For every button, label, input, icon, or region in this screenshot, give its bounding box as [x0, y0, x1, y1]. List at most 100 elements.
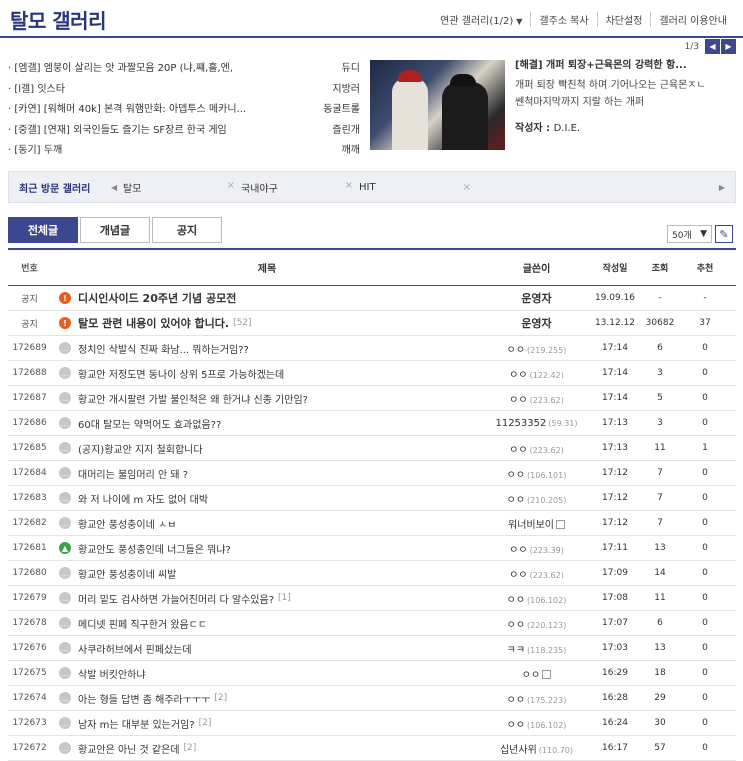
post-writer[interactable]: ㅇㅇ (223.62)	[483, 566, 590, 581]
hot-list-item[interactable]: · [카연] [워해머 40k] 본격 워햄만화: 아뎁투스 메카니... 동굴트…	[8, 100, 360, 121]
hot-list-item[interactable]: · [동기] 두깨 깨깨	[8, 141, 360, 162]
post-writer[interactable]: 11253352 (59.31)	[483, 418, 590, 429]
writer-nickname[interactable]: ㅇㅇ	[509, 570, 527, 581]
table-row[interactable]: 172682 … 황교안 풍성충이네 ㅅㅂ 워너비보이 17:12 7 0	[8, 511, 736, 536]
table-row[interactable]: 172688 … 황교안 저정도면 동나이 상위 5프로 가능하겠는데 ㅇㅇ (122.…	[8, 361, 736, 386]
feature-thumbnail[interactable]	[370, 60, 505, 150]
post-title[interactable]: 60대 탈모는 약먹어도 효과없음??	[78, 416, 221, 431]
hot-item-title[interactable]: · [l갤] 잇스타	[8, 80, 288, 101]
hot-list-item[interactable]: · [중갤] [연재] 외국인들도 즐기는 SF장르 한국 게임 즐린개	[8, 121, 360, 142]
post-title-cell[interactable]: … 머리 밑도 검사하면 가늘어진머리 다 알수있음? [1]	[51, 591, 483, 606]
post-title-cell[interactable]: … 황교안은 아닌 것 같은데 [2]	[51, 741, 483, 756]
post-writer[interactable]: ㅇㅇ (106.102)	[483, 716, 590, 731]
table-row[interactable]: 공지! 탈모 관련 내용이 있어야 합니다. [52] 운영자 13.12.12 3068…	[8, 311, 736, 336]
table-row[interactable]: 공지! 디시인사이드 20주년 기념 공모전 운영자 19.09.16 - -	[8, 286, 736, 311]
post-title[interactable]: 황교안은 아닌 것 같은데	[78, 741, 180, 756]
recent-gallery-name[interactable]: 탈모	[123, 180, 141, 195]
table-row[interactable]: 172672 … 황교안은 아닌 것 같은데 [2] 십년사위 (110.70) 16:17…	[8, 736, 736, 761]
post-writer[interactable]: ㅇㅇ	[483, 666, 590, 681]
table-row[interactable]: 172683 … 와 저 나이에 m 자도 없어 대박 ㅇㅇ (210.205) 17:1…	[8, 486, 736, 511]
post-title[interactable]: 머리 밑도 검사하면 가늘어진머리 다 알수있음?	[78, 591, 274, 606]
table-row[interactable]: 172681 ▲ 황교안도 풍성충인데 너그들은 뭐냐? ㅇㅇ (223.39) 17:1…	[8, 536, 736, 561]
post-title[interactable]: 황교안 풍성충이네 ㅅㅂ	[78, 516, 176, 531]
post-writer[interactable]: 십년사위 (110.70)	[483, 741, 590, 756]
gallery-title[interactable]: 탈모 갤러리	[10, 5, 106, 34]
table-row[interactable]: 172674 … 아는 형들 답변 좀 해주라ㅜㅜㅜ [2] ㅇㅇ (175.223) 16…	[8, 686, 736, 711]
post-title-cell[interactable]: … (공지)황교안 지지 철회합니다	[51, 441, 483, 456]
related-gallery-button[interactable]: 연관 갤러리(1/2) ▼	[432, 12, 530, 27]
gallery-guide-button[interactable]: 갤러리 이용안내	[650, 12, 735, 27]
table-row[interactable]: 172684 … 대머리는 불임머리 안 돼 ? ㅇㅇ (106.101) 17:12 7 0	[8, 461, 736, 486]
post-title[interactable]: 메디넷 핀페 직구한거 왔음ㄷㄷ	[78, 616, 207, 631]
hot-item-title[interactable]: · [중갤] [연재] 외국인들도 즐기는 SF장르 한국 게임	[8, 121, 288, 142]
post-title-cell[interactable]: ▲ 황교안도 풍성충인데 너그들은 뭐냐?	[51, 541, 483, 556]
post-writer[interactable]: ㅇㅇ (223.62)	[483, 391, 590, 406]
writer-nickname[interactable]: ㅇㅇ	[507, 720, 525, 731]
comment-count[interactable]: [2]	[199, 718, 212, 728]
writer-nickname[interactable]: ㅇㅇ	[509, 445, 527, 456]
post-title-cell[interactable]: … 남자 m는 대부분 있는거임? [2]	[51, 716, 483, 731]
comment-count[interactable]: [2]	[214, 693, 227, 703]
writer-nickname[interactable]: ㅇㅇ	[507, 495, 525, 506]
post-title[interactable]: 와 저 나이에 m 자도 없어 대박	[78, 491, 208, 506]
post-writer[interactable]: ㅇㅇ (106.102)	[483, 591, 590, 606]
hot-item-title[interactable]: · [카연] [워해머 40k] 본격 워햄만화: 아뎁투스 메카니...	[8, 100, 288, 121]
post-title-cell[interactable]: … 황교안 풍성충이네 씨발	[51, 566, 483, 581]
writer-nickname[interactable]: ㅇㅇ	[507, 695, 525, 706]
feature-title[interactable]: [해결] 개퍼 퇴장+근육몬의 강력한 항...	[515, 58, 737, 74]
comment-count[interactable]: [1]	[278, 593, 291, 603]
post-writer[interactable]: ㅇㅇ (210.205)	[483, 491, 590, 506]
post-title[interactable]: 디시인사이드 20주년 기념 공모전	[78, 290, 236, 306]
writer-nickname[interactable]: ㅇㅇ	[507, 470, 525, 481]
comment-count[interactable]: [2]	[184, 743, 197, 753]
post-writer[interactable]: ㅇㅇ (223.62)	[483, 441, 590, 456]
table-row[interactable]: 172678 … 메디넷 핀페 직구한거 왔음ㄷㄷ ㅇㅇ (220.123) 17:07 6…	[8, 611, 736, 636]
recent-gallery-item[interactable]: 국내야구 ×	[241, 180, 359, 195]
post-title[interactable]: 황교안 풍성충이네 씨발	[78, 566, 176, 581]
post-writer[interactable]: ㅇㅇ (223.39)	[483, 541, 590, 556]
post-writer[interactable]: 운영자	[483, 315, 590, 331]
writer-nickname[interactable]: 11253352	[495, 418, 546, 429]
post-title[interactable]: 대머리는 불임머리 안 돼 ?	[78, 466, 188, 481]
post-title[interactable]: 정치인 삭발식 진짜 화남... 뭐하는거임??	[78, 341, 249, 356]
writer-nickname[interactable]: ㅇㅇ	[509, 395, 527, 406]
post-title[interactable]: 사쿠라허브에서 핀페샀는데	[78, 641, 192, 656]
post-title-cell[interactable]: … 황교안 풍성충이네 ㅅㅂ	[51, 516, 483, 531]
writer-nickname[interactable]: 운영자	[521, 317, 551, 330]
table-row[interactable]: 172687 … 황교안 개시팔련 가발 불인척은 왜 한거냐 신종 기만임? ㅇㅇ(…	[8, 386, 736, 411]
post-writer[interactable]: 운영자	[483, 290, 590, 306]
copy-url-button[interactable]: 갤주소 복사	[530, 12, 596, 27]
hot-list-item[interactable]: · [엠갤] 엠붕이 살리는 앗 과짤모음 20P (냐,쨰,흘,엔, 듀디	[8, 59, 360, 80]
post-title-cell[interactable]: … 아는 형들 답변 좀 해주라ㅜㅜㅜ [2]	[51, 691, 483, 706]
recent-gallery-name[interactable]: HIT	[359, 182, 376, 193]
writer-nickname[interactable]: ㅋㅋ	[507, 645, 525, 656]
table-row[interactable]: 172676 … 사쿠라허브에서 핀페샀는데 ㅋㅋ (118.235) 17:03 13 0	[8, 636, 736, 661]
hot-list-item[interactable]: · [l갤] 잇스타 지방러	[8, 80, 360, 101]
writer-nickname[interactable]: ㅇㅇ	[509, 545, 527, 556]
post-title-cell[interactable]: ! 탈모 관련 내용이 있어야 합니다. [52]	[51, 315, 483, 331]
table-row[interactable]: 172680 … 황교안 풍성충이네 씨발 ㅇㅇ (223.62) 17:09 14 0	[8, 561, 736, 586]
tab-concept-posts[interactable]: 개념글	[80, 217, 150, 243]
post-title-cell[interactable]: … 대머리는 불임머리 안 돼 ?	[51, 466, 483, 481]
post-writer[interactable]: ㅇㅇ (220.123)	[483, 616, 590, 631]
next-arrow-icon[interactable]: ▶	[721, 39, 736, 54]
tab-notice[interactable]: 공지	[152, 217, 222, 243]
hot-item-title[interactable]: · [동기] 두깨	[8, 141, 288, 162]
post-title-cell[interactable]: … 삭발 버킷안하냐	[51, 666, 483, 681]
recent-gallery-item[interactable]: 탈모 ×	[123, 180, 241, 195]
post-title-cell[interactable]: … 정치인 삭발식 진짜 화남... 뭐하는거임??	[51, 341, 483, 356]
table-row[interactable]: 172686 … 60대 탈모는 약먹어도 효과없음?? 11253352 (59.31…	[8, 411, 736, 436]
tab-all-posts[interactable]: 전체글	[8, 217, 78, 243]
writer-nickname[interactable]: 워너비보이	[508, 520, 554, 531]
hot-item-title[interactable]: · [엠갤] 엠붕이 살리는 앗 과짤모음 20P (냐,쨰,흘,엔,	[8, 59, 288, 80]
post-title[interactable]: 황교안 개시팔련 가발 불인척은 왜 한거냐 신종 기만임?	[78, 391, 308, 406]
post-title-cell[interactable]: … 황교안 개시팔련 가발 불인척은 왜 한거냐 신종 기만임?	[51, 391, 483, 406]
post-title[interactable]: 남자 m는 대부분 있는거임?	[78, 716, 195, 731]
writer-nickname[interactable]: ㅇㅇ	[507, 620, 525, 631]
post-title-cell[interactable]: … 메디넷 핀페 직구한거 왔음ㄷㄷ	[51, 616, 483, 631]
write-pencil-icon[interactable]: ✎	[715, 225, 733, 243]
post-title-cell[interactable]: … 와 저 나이에 m 자도 없어 대박	[51, 491, 483, 506]
post-title[interactable]: 아는 형들 답변 좀 해주라ㅜㅜㅜ	[78, 691, 210, 706]
block-settings-button[interactable]: 차단설정	[596, 12, 651, 27]
post-title[interactable]: 황교안도 풍성충인데 너그들은 뭐냐?	[78, 541, 231, 556]
